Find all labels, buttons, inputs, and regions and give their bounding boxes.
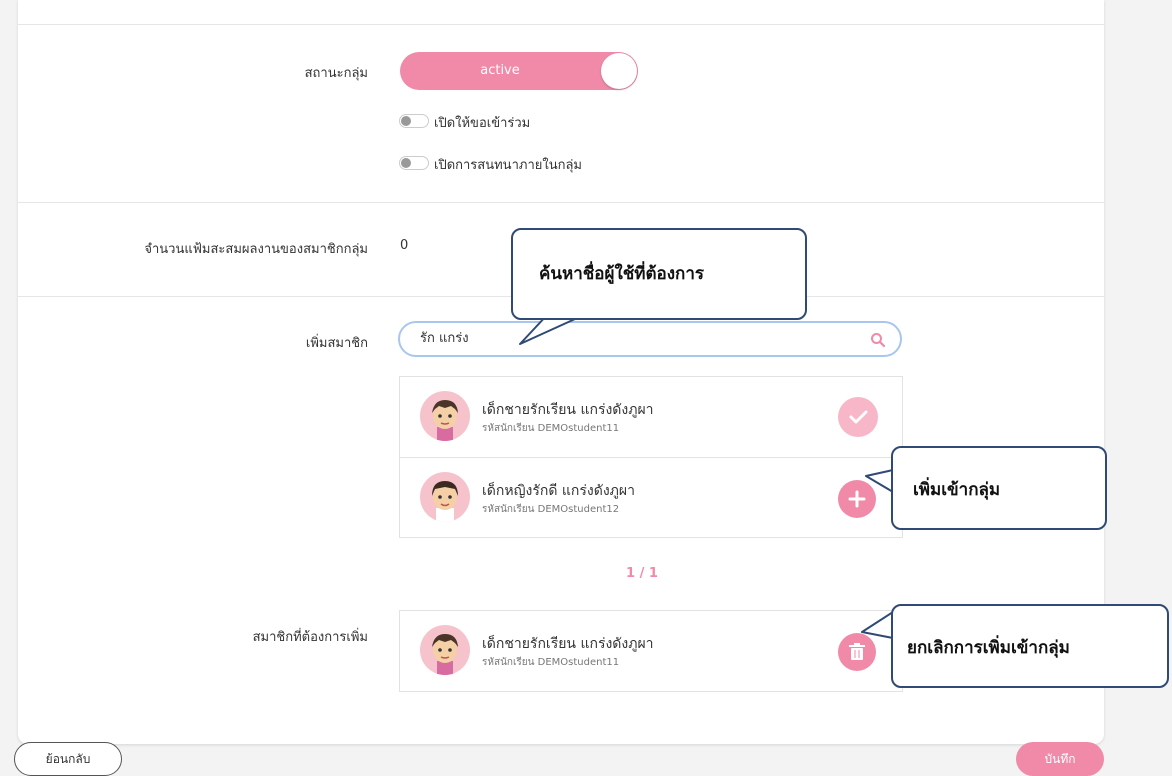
remove-hint-callout: ยกเลิกการเพิ่มเข้ากลุ่ม [891,604,1169,688]
search-hint-callout: ค้นหาชื่อผู้ใช้ที่ต้องการ [511,228,807,320]
add-hint-callout: เพิ่มเข้ากลุ่ม [891,446,1107,530]
